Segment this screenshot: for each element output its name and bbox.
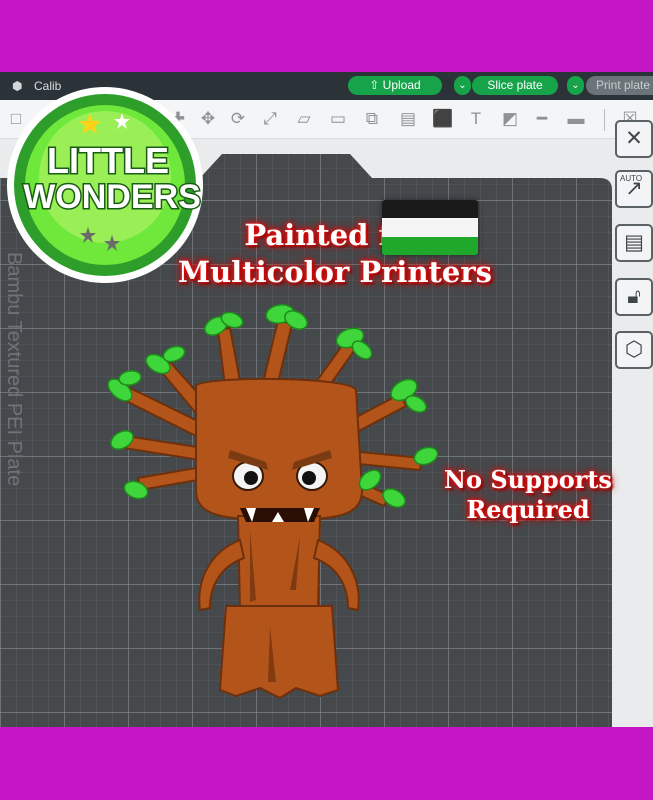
headline-line2: Multicolor Printers bbox=[178, 255, 492, 289]
close-icon[interactable]: ✕ bbox=[615, 120, 653, 158]
logo-line2: WONDERS bbox=[23, 178, 201, 216]
layout-icon[interactable]: ▤ bbox=[615, 224, 653, 262]
subline-line2: Required bbox=[466, 495, 590, 524]
plate-label: Bambu Textured PEI Plate bbox=[3, 252, 25, 486]
top-frame-border bbox=[0, 0, 653, 72]
subline-text: No Supports Required bbox=[412, 465, 644, 525]
tree-monster-model[interactable] bbox=[100, 290, 460, 710]
auto-orient-icon[interactable]: AUTO ↗ bbox=[615, 170, 653, 208]
logo-line1: LITTLE bbox=[47, 140, 169, 181]
bottom-frame-border bbox=[0, 727, 653, 800]
subline-line1: No Supports bbox=[444, 465, 612, 494]
filament-color-swatch bbox=[382, 200, 478, 255]
lock-icon[interactable]: 🔓︎ bbox=[615, 278, 653, 316]
settings-hex-icon[interactable]: ⬡ bbox=[615, 331, 653, 369]
